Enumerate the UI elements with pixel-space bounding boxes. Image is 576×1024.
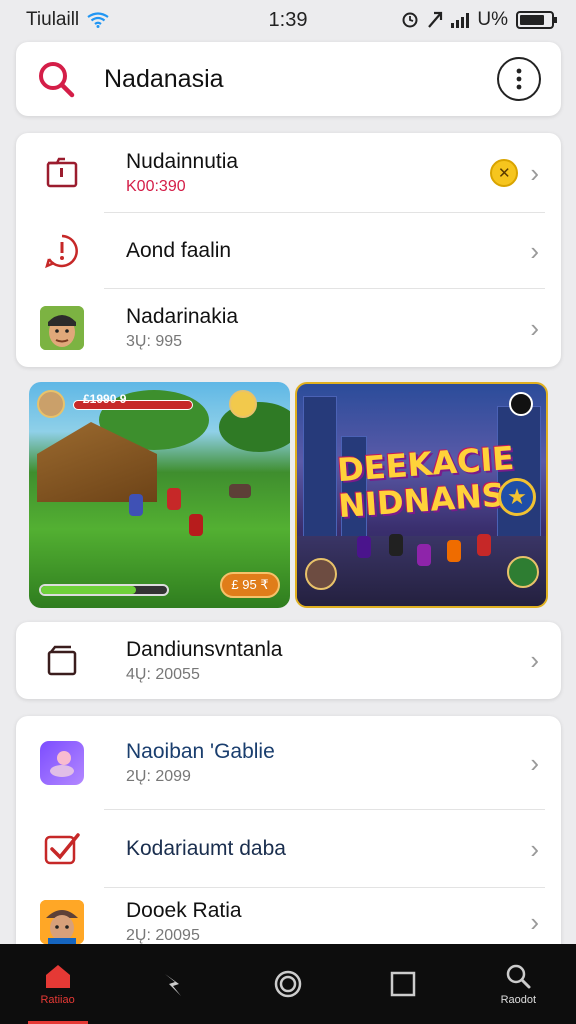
bottom-nav: Ratiiao Raodot [0, 944, 576, 1024]
list-item-sub: 2Ų: 20095 [126, 927, 200, 944]
player-avatar-icon [37, 390, 65, 418]
square-icon [390, 971, 416, 997]
nav-label: Raodot [500, 994, 537, 1006]
character [167, 488, 181, 510]
player-avatar-icon [507, 556, 539, 588]
hud-score: £1990 9 [83, 392, 127, 406]
list-card-secondary: Naoiban 'Gablie 2Ų: 2099 › Kodariaumt da… [16, 716, 561, 956]
info-icon[interactable] [509, 392, 533, 416]
search-icon[interactable] [36, 59, 76, 99]
list-item-text: Nadarinakia 3Ų: 995 [126, 305, 518, 351]
list-item-label: Naoiban 'Gablie [126, 740, 275, 763]
signal-icon [451, 12, 470, 28]
list-item-label: Nadarinakia [126, 305, 239, 328]
status-right: U% [401, 9, 557, 31]
list-item-text: Kodariaumt daba [126, 837, 518, 861]
list-item-text: Aond faalin [126, 239, 518, 263]
character [189, 514, 203, 536]
more-vertical-icon [516, 68, 522, 90]
hud-coin-icon [229, 390, 257, 418]
coin-badge-icon: ✕ [490, 159, 519, 187]
checkbox-icon [40, 827, 84, 871]
status-bar: Tiulaill 1:39 U% [0, 0, 576, 40]
nav-activity[interactable] [128, 944, 218, 1024]
search-icon [507, 964, 531, 989]
chevron-right-icon: › [530, 312, 539, 343]
nav-circle[interactable] [243, 944, 333, 1024]
avatar [40, 306, 84, 350]
game-title: DEEKACIE NIDNANS! [335, 439, 520, 525]
coin-button[interactable]: £ 95 ₹ [220, 572, 280, 598]
chevron-right-icon: › [530, 906, 539, 937]
search-title: Nadanasia [104, 64, 224, 93]
alarm-icon [402, 12, 418, 28]
bolt-icon [164, 974, 181, 996]
list-item[interactable]: Dandiunsvntanla 4Ų: 20055 › [16, 622, 561, 699]
player-avatar-icon [305, 558, 337, 590]
nav-search[interactable]: Raodot [473, 944, 563, 1024]
list-item[interactable]: Aond faalin › [16, 213, 561, 289]
circle-icon [274, 970, 302, 998]
chevron-right-icon: › [530, 833, 539, 864]
home-icon [45, 965, 70, 988]
game-banner-city[interactable]: DEEKACIE NIDNANS! ★ [295, 382, 548, 608]
list-item-label-part: Dooek Ratia [126, 899, 242, 922]
app-icon [40, 741, 84, 785]
folder-icon [40, 639, 84, 683]
battery-icon [516, 11, 557, 29]
nav-label: Ratiiao [40, 994, 75, 1006]
list-item-text: Naoiban 'Gablie 2Ų: 2099 [126, 740, 518, 786]
character [129, 494, 143, 516]
battery-percent: U% [477, 9, 508, 30]
list-item-label: Nudainnutia [126, 150, 239, 173]
chevron-right-icon: › [530, 157, 539, 188]
list-item-sub: K00:390 [126, 178, 186, 195]
alert-circle-icon [40, 229, 84, 273]
location-icon [428, 11, 443, 28]
list-item[interactable]: Naoiban 'Gablie 2Ų: 2099 › [16, 716, 561, 810]
carrier-label: Tiulaill [26, 9, 80, 30]
more-options-button[interactable] [497, 57, 541, 101]
list-item-text: Dooek Ratia 2Ų: 20095 [126, 899, 518, 945]
search-bar[interactable]: Nadanasia [16, 42, 561, 116]
folder-icon [40, 151, 84, 195]
character [447, 540, 461, 562]
list-item[interactable]: Kodariaumt daba › [16, 810, 561, 888]
list-card-primary: Nudainnutia K00:390 ✕ › Aond faalin › Na… [16, 133, 561, 367]
character [477, 534, 491, 556]
list-card-single: Dandiunsvntanla 4Ų: 20055 › [16, 622, 561, 699]
tree-stump [229, 484, 251, 498]
character [389, 534, 403, 556]
list-item-sub: 2Ų: 2099 [126, 768, 191, 785]
nav-home[interactable]: Ratiiao [13, 944, 103, 1024]
game-banner-jungle[interactable]: £1990 9 £ 95 ₹ [29, 382, 290, 608]
chevron-right-icon: › [530, 645, 539, 675]
list-item-label: Dooek Ratia [126, 899, 518, 923]
progress-bar [39, 584, 169, 596]
list-item-sub: 3Ų: 995 [126, 333, 183, 350]
list-item[interactable]: Nadarinakia 3Ų: 995 › [16, 289, 561, 367]
list-item-sub: 4Ų: 20055 [126, 665, 200, 683]
list-item-text: Nudainnutia K00:390 [126, 150, 490, 196]
chevron-right-icon: › [530, 235, 539, 266]
list-item[interactable]: Nudainnutia K00:390 ✕ › [16, 133, 561, 213]
wifi-icon [87, 12, 109, 28]
list-item-label: Kodariaumt daba [126, 837, 286, 860]
list-item-label: Aond faalin [126, 239, 232, 262]
avatar [40, 900, 84, 944]
status-time: 1:39 [268, 8, 308, 31]
character [417, 544, 431, 566]
star-icon: ★ [498, 478, 536, 516]
building [303, 396, 337, 546]
list-item-text: Dandiunsvntanla 4Ų: 20055 [126, 638, 518, 684]
nav-square[interactable] [358, 944, 448, 1024]
character [357, 536, 371, 558]
status-left: Tiulaill [26, 9, 109, 31]
chevron-right-icon: › [530, 747, 539, 778]
list-item-label: Dandiunsvntanla [126, 637, 283, 661]
